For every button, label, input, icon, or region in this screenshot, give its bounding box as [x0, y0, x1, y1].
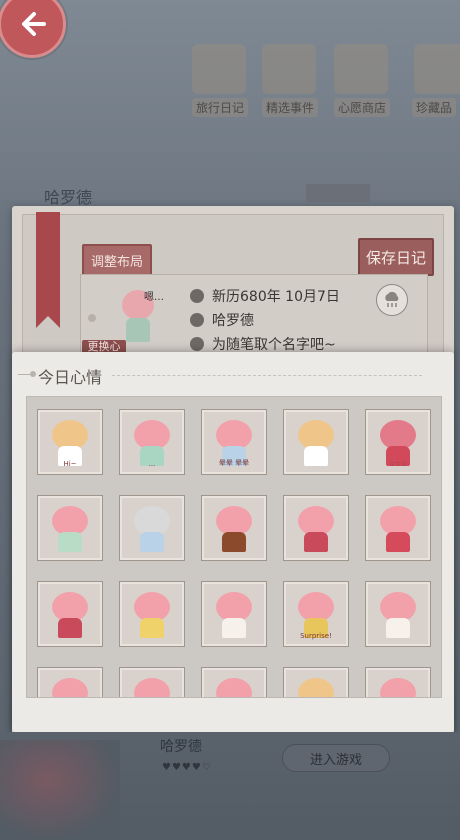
sticker-girl-sleep[interactable]: [201, 667, 267, 697]
adjust-layout-button[interactable]: 调整布局: [82, 244, 152, 276]
sticker-girl-cat-hug[interactable]: [365, 495, 431, 561]
sticker-head: [380, 678, 416, 697]
author-row: 哈罗德: [190, 310, 254, 330]
avatar-emote: 嗯…: [144, 292, 164, 303]
location-icon: [190, 313, 204, 327]
background-bottom-name: 哈罗德: [160, 739, 202, 755]
sticker-girl-cake[interactable]: [201, 581, 267, 647]
travel-diary-icon[interactable]: [192, 44, 246, 94]
sticker-caption: Surprise!: [300, 632, 332, 640]
sticker-body: [140, 532, 164, 552]
diary-author: 哈罗德: [212, 313, 254, 329]
sticker-head: [298, 678, 334, 697]
sticker-girl-surprise[interactable]: Surprise!: [283, 581, 349, 647]
sticker-caption: ...: [148, 460, 156, 468]
sticker-girl-eating[interactable]: [201, 495, 267, 561]
sticker-girl-smile[interactable]: [365, 667, 431, 697]
featured-events-icon[interactable]: [262, 44, 316, 94]
weather-button[interactable]: [376, 284, 408, 316]
sticker-body: [386, 532, 410, 552]
wish-shop-label: 心愿商店: [334, 98, 391, 117]
cloud-rain-icon: [385, 291, 399, 307]
sticker-body: [140, 618, 164, 638]
sticker-body: [222, 532, 246, 552]
wish-shop-icon[interactable]: [334, 44, 388, 94]
collection-label: 珍藏品: [412, 98, 457, 117]
title-dot: [30, 371, 36, 377]
sticker-head: [216, 678, 252, 697]
sticker-head: [134, 678, 170, 697]
calendar-icon: [190, 289, 204, 303]
sticker-cat-cheer[interactable]: Hi~: [37, 409, 103, 475]
bookmark-ribbon: [36, 212, 60, 328]
sticker-body: [58, 532, 82, 552]
sticker-girl-crown[interactable]: [365, 581, 431, 647]
featured-events-label: 精选事件: [262, 98, 319, 117]
sticker-cat-laugh[interactable]: [283, 409, 349, 475]
date-row: 新历680年 10月7日: [190, 286, 340, 306]
sticker-body: [304, 446, 328, 466]
collection-icon[interactable]: [414, 44, 460, 94]
avatar-dress: [126, 318, 150, 342]
sticker-girl-shy[interactable]: [283, 495, 349, 561]
sticker-body: [222, 618, 246, 638]
enter-game-button[interactable]: 进入游戏: [282, 744, 390, 772]
sticker-cat-peek[interactable]: [283, 667, 349, 697]
sticker-grid: Hi~... 晕晕 晕晕 ☆☆☆ Surprise!: [26, 396, 442, 698]
sticker-girl-cheer[interactable]: [37, 581, 103, 647]
background-hearts: ♥♥♥♥♡: [162, 762, 212, 773]
background-character-art: [0, 740, 120, 840]
mood-panel-title: 今日心情: [38, 368, 103, 387]
back-arrow-icon: [22, 12, 46, 36]
background-tag: [306, 184, 370, 202]
title-row[interactable]: 为随笔取个名字吧~: [190, 334, 336, 354]
sticker-girl-sitting[interactable]: ...: [119, 409, 185, 475]
sticker-body: [304, 532, 328, 552]
save-diary-button[interactable]: 保存日记: [358, 238, 434, 276]
sticker-girl-peek[interactable]: [119, 667, 185, 697]
sticker-girl-flower[interactable]: [119, 581, 185, 647]
sticker-caption: 晕晕 晕晕: [218, 459, 250, 467]
background-character-name: 哈罗德: [44, 188, 93, 207]
sticker-body: [58, 618, 82, 638]
sticker-head: [52, 678, 88, 697]
sticker-caption: ☆☆☆: [388, 460, 408, 468]
sticker-girl-whisper[interactable]: [119, 495, 185, 561]
sticker-girl-sparkle[interactable]: ☆☆☆: [365, 409, 431, 475]
sticker-caption: Hi~: [63, 460, 77, 468]
sticker-girl-wave[interactable]: [37, 667, 103, 697]
diary-title-prompt[interactable]: 为随笔取个名字吧~: [212, 334, 336, 354]
sticker-girl-dizzy[interactable]: 晕晕 晕晕: [201, 409, 267, 475]
title-dashed-line: [112, 375, 422, 376]
pen-icon: [190, 337, 204, 351]
background-info-block: [150, 178, 270, 200]
card-pin: [88, 314, 96, 322]
sticker-body: [386, 618, 410, 638]
travel-diary-label: 旅行日记: [192, 98, 249, 117]
diary-date: 新历680年 10月7日: [212, 289, 340, 305]
sticker-girl-standing[interactable]: [37, 495, 103, 561]
